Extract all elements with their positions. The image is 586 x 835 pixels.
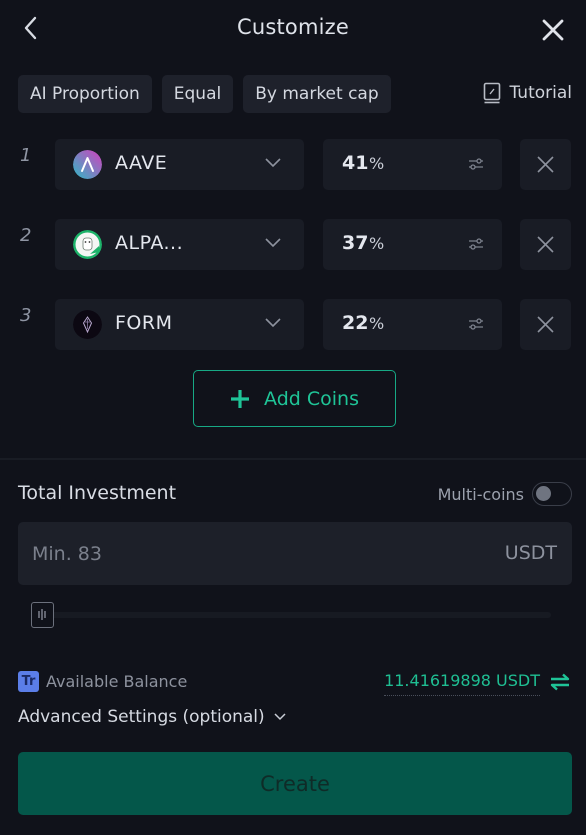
percent-value: 37 — [342, 232, 369, 254]
remove-coin-button[interactable] — [520, 219, 571, 270]
multi-coins-label: Multi-coins — [437, 484, 524, 504]
coin-symbol: FORM — [115, 312, 173, 334]
percent-unit: % — [369, 314, 385, 333]
header: Customize — [0, 0, 586, 58]
available-balance-label: Available Balance — [46, 672, 188, 691]
remove-coin-button[interactable] — [520, 139, 571, 190]
create-button[interactable]: Create — [18, 752, 572, 815]
mode-ai-proportion[interactable]: AI Proportion — [18, 75, 152, 113]
section-divider — [0, 458, 586, 460]
investment-amount-input[interactable] — [32, 522, 452, 585]
grip-icon — [38, 609, 46, 620]
tutorial-label: Tutorial — [509, 83, 573, 103]
allocation-mode-group: AI Proportion Equal By market cap — [18, 75, 391, 113]
transfer-arrows-icon[interactable] — [550, 673, 570, 691]
adjust-sliders-icon[interactable] — [468, 156, 484, 172]
slider-thumb[interactable] — [31, 602, 54, 628]
percent-unit: % — [369, 154, 385, 173]
mode-by-market-cap[interactable]: By market cap — [243, 75, 391, 113]
close-icon — [537, 156, 554, 173]
row-index: 1 — [20, 145, 32, 166]
coin-row: 3 FORM 22 % — [0, 299, 586, 351]
book-icon — [483, 82, 500, 104]
tutorial-link[interactable]: Tutorial — [483, 82, 573, 104]
row-index: 2 — [20, 225, 32, 246]
adjust-sliders-icon[interactable] — [468, 316, 484, 332]
available-balance-value[interactable]: 11.41619898 USDT — [384, 671, 540, 696]
advanced-settings-toggle[interactable]: Advanced Settings (optional) — [18, 707, 287, 727]
close-icon — [542, 19, 564, 41]
multi-coins-control: Multi-coins — [438, 482, 572, 506]
alpaca-logo-icon — [73, 230, 102, 259]
advanced-settings-label: Advanced Settings (optional) — [18, 707, 265, 727]
coin-select-aave[interactable]: AAVE — [55, 139, 304, 190]
plus-icon — [231, 389, 250, 408]
investment-slider[interactable] — [31, 602, 551, 628]
coin-row: 1 AAVE 41 % — [0, 139, 586, 191]
available-balance-row: Tr Available Balance 11.41619898 USDT — [18, 670, 572, 696]
coin-select-form[interactable]: FORM — [55, 299, 304, 350]
add-coins-button[interactable]: Add Coins — [193, 370, 396, 427]
form-logo-icon — [73, 310, 102, 339]
toggle-knob — [536, 486, 551, 501]
add-coins-label: Add Coins — [264, 387, 359, 410]
close-button[interactable] — [540, 17, 566, 43]
coin-select-alpaca[interactable]: ALPA... — [55, 219, 304, 270]
percent-input[interactable]: 22 % — [323, 299, 502, 350]
slider-track[interactable] — [45, 612, 551, 618]
close-icon — [537, 236, 554, 253]
amount-unit: USDT — [504, 542, 557, 564]
chevron-down-icon — [265, 238, 281, 248]
mode-equal[interactable]: Equal — [161, 75, 234, 113]
aave-logo-icon — [73, 150, 102, 179]
coin-row: 2 ALPA... 37 % — [0, 219, 586, 271]
row-index: 3 — [20, 305, 32, 326]
chevron-down-icon — [265, 318, 281, 328]
page-title: Customize — [236, 15, 350, 39]
close-icon — [537, 316, 554, 333]
percent-value: 22 — [342, 312, 369, 334]
investment-amount-field: USDT — [18, 522, 572, 585]
percent-input[interactable]: 37 % — [323, 219, 502, 270]
chevron-down-icon — [265, 158, 281, 168]
chevron-down-icon — [274, 713, 286, 721]
percent-value: 41 — [342, 152, 369, 174]
percent-input[interactable]: 41 % — [323, 139, 502, 190]
total-investment-label: Total Investment — [18, 482, 177, 504]
tr-badge-icon: Tr — [18, 671, 39, 692]
adjust-sliders-icon[interactable] — [468, 236, 484, 252]
coin-symbol: ALPA... — [115, 232, 184, 254]
coin-symbol: AAVE — [115, 152, 168, 174]
percent-unit: % — [369, 234, 385, 253]
multi-coins-toggle[interactable] — [532, 482, 572, 506]
remove-coin-button[interactable] — [520, 299, 571, 350]
